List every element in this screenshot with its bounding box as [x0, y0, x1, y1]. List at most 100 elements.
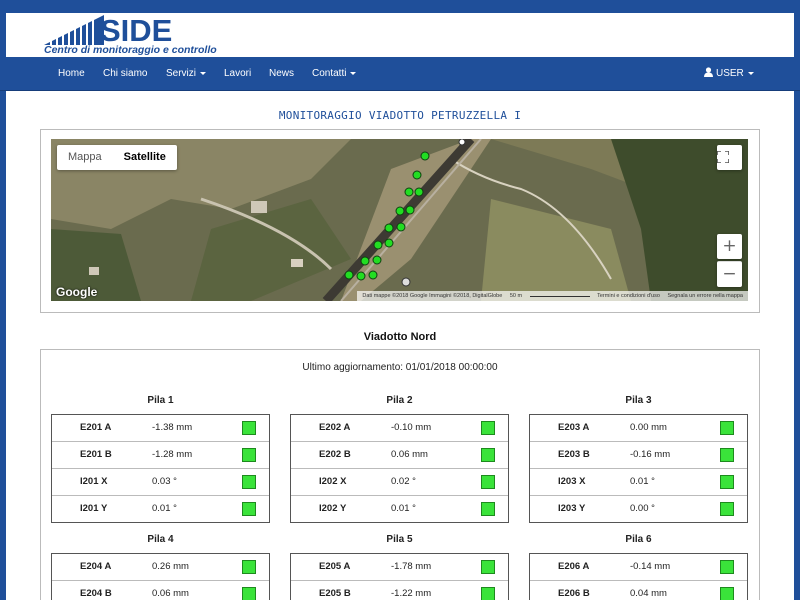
sensor-value: 0.06 mm	[391, 449, 428, 460]
pila-title: Pila 2	[386, 395, 413, 406]
main-content: MONITORAGGIO VIADOTTO PETRUZZELLA I Mapp…	[6, 91, 794, 600]
page-title: MONITORAGGIO VIADOTTO PETRUZZELLA I	[278, 109, 522, 122]
status-indicator	[720, 502, 734, 516]
status-indicator	[242, 502, 256, 516]
sensor-value: 0.01 °	[391, 503, 416, 514]
status-indicator	[242, 587, 256, 600]
main-navbar: Home Chi siamo Servizi Lavori News Conta…	[0, 57, 800, 91]
sensor-code: E202 A	[319, 422, 351, 433]
sensor-table: E205 A -1.78 mm E205 B -1.22 mm	[290, 553, 509, 600]
sensor-value: 0.06 mm	[152, 588, 189, 599]
nav-news[interactable]: News	[269, 57, 294, 90]
sensor-value: -1.38 mm	[152, 422, 193, 433]
map-terms-link[interactable]: Termini e condizioni d'uso	[597, 293, 660, 299]
pila-card: Pila 2 E202 A -0.10 mm E202 B 0.06 mm I202…	[290, 394, 509, 523]
sensor-code: E203 A	[558, 422, 590, 433]
sensor-row: E201 A -1.38 mm	[52, 415, 269, 441]
pila-title: Pila 3	[625, 395, 652, 406]
zoom-in-button[interactable]: +	[717, 234, 742, 259]
status-indicator	[481, 587, 495, 600]
sensor-row: E205 B -1.22 mm	[291, 580, 508, 600]
sensor-row: E206 B 0.04 mm	[530, 580, 747, 600]
status-indicator	[481, 560, 495, 574]
map-type-toggle: Mappa Satellite	[57, 145, 177, 170]
status-indicator	[481, 448, 495, 462]
fullscreen-icon	[717, 151, 729, 163]
sensor-row: I203 X 0.01 °	[530, 468, 747, 495]
sensor-value: 0.02 °	[391, 476, 416, 487]
site-logo[interactable]: SIDE Centro di monitoraggio e controllo	[40, 13, 217, 57]
google-logo: Google	[56, 285, 98, 299]
nav-user-menu[interactable]: USER	[704, 57, 754, 90]
status-indicator	[481, 421, 495, 435]
nav-lavori[interactable]: Lavori	[224, 57, 251, 90]
brand-subtitle: Centro di monitoraggio e controllo	[44, 44, 217, 56]
sensor-row: I202 Y 0.01 °	[291, 495, 508, 522]
sensor-code: E201 B	[80, 449, 112, 460]
scale-bar	[529, 292, 590, 297]
pila-title: Pila 6	[625, 534, 652, 545]
nav-contatti[interactable]: Contatti	[312, 57, 357, 90]
nav-servizi[interactable]: Servizi	[166, 57, 207, 90]
sensor-code: E202 B	[319, 449, 351, 460]
header: SIDE Centro di monitoraggio e controllo	[6, 13, 794, 57]
status-indicator	[720, 421, 734, 435]
sensor-row: I202 X 0.02 °	[291, 468, 508, 495]
sensor-value: 0.04 mm	[630, 588, 667, 599]
sensor-code: E205 B	[319, 588, 351, 599]
sensor-value: 0.01 °	[152, 503, 177, 514]
map-type-mappa-button[interactable]: Mappa	[57, 145, 113, 170]
sensor-table: E202 A -0.10 mm E202 B 0.06 mm I202 X 0.02 …	[290, 414, 509, 523]
pila-card: Pila 1 E201 A -1.38 mm E201 B -1.28 mm I20…	[51, 394, 270, 523]
sensor-value: 0.03 °	[152, 476, 177, 487]
nav-home[interactable]: Home	[58, 57, 85, 90]
status-indicator	[481, 502, 495, 516]
status-indicator	[720, 475, 734, 489]
pila-card: Pila 3 E203 A 0.00 mm E203 B -0.16 mm I203…	[529, 394, 748, 523]
sensor-panel: Ultimo aggiornamento: 01/01/2018 00:00:0…	[40, 349, 760, 600]
sensor-row: E204 B 0.06 mm	[52, 580, 269, 600]
logo-bars-icon	[44, 15, 104, 47]
sensor-row: E201 B -1.28 mm	[52, 441, 269, 468]
satellite-map[interactable]: Mappa Satellite + − Google Dati mappe ©2…	[51, 139, 748, 301]
map-attribution: Dati mappe ©2018 Google Immagini ©2018, …	[357, 291, 748, 301]
sensor-table: E201 A -1.38 mm E201 B -1.28 mm I201 X 0.03…	[51, 414, 270, 523]
brand-name: SIDE	[100, 13, 173, 48]
map-report-link[interactable]: Segnala un errore nella mappa	[667, 293, 743, 299]
caret-down-icon	[350, 71, 357, 75]
map-scale: 50 m	[509, 293, 523, 299]
sensor-row: I201 Y 0.01 °	[52, 495, 269, 522]
sensor-row: E205 A -1.78 mm	[291, 554, 508, 580]
fullscreen-button[interactable]	[717, 145, 742, 170]
caret-down-icon	[200, 71, 207, 75]
sensor-code: I203 Y	[558, 503, 586, 514]
pila-card: Pila 5 E205 A -1.78 mm E205 B -1.22 mm	[290, 533, 509, 600]
sensor-value: -1.78 mm	[391, 561, 432, 572]
pila-card: Pila 6 E206 A -0.14 mm E206 B 0.04 mm	[529, 533, 748, 600]
sensor-code: E201 A	[80, 422, 112, 433]
sensor-value: -0.10 mm	[391, 422, 432, 433]
sensor-row: E202 A -0.10 mm	[291, 415, 508, 441]
sensor-row: E206 A -0.14 mm	[530, 554, 747, 580]
sensor-code: I203 X	[558, 476, 586, 487]
map-type-satellite-button[interactable]: Satellite	[113, 145, 177, 170]
pila-title: Pila 5	[386, 534, 413, 545]
sensor-row: I201 X 0.03 °	[52, 468, 269, 495]
sensor-value: 0.00 °	[630, 503, 655, 514]
sensor-code: E206 B	[558, 588, 590, 599]
pila-title: Pila 1	[147, 395, 174, 406]
sensor-value: -0.14 mm	[630, 561, 671, 572]
status-indicator	[242, 475, 256, 489]
sensor-code: I202 X	[319, 476, 347, 487]
sensor-value: -1.28 mm	[152, 449, 193, 460]
sensor-table: E204 A 0.26 mm E204 B 0.06 mm	[51, 553, 270, 600]
sensor-value: -1.22 mm	[391, 588, 432, 599]
user-icon	[704, 67, 713, 77]
zoom-out-button[interactable]: −	[717, 261, 742, 287]
sensor-row: E204 A 0.26 mm	[52, 554, 269, 580]
sensor-code: I201 X	[80, 476, 108, 487]
sensor-row: I203 Y 0.00 °	[530, 495, 747, 522]
map-data-credit: Dati mappe ©2018 Google Immagini ©2018, …	[362, 293, 503, 299]
nav-chi-siamo[interactable]: Chi siamo	[103, 57, 147, 90]
sensor-value: -0.16 mm	[630, 449, 671, 460]
